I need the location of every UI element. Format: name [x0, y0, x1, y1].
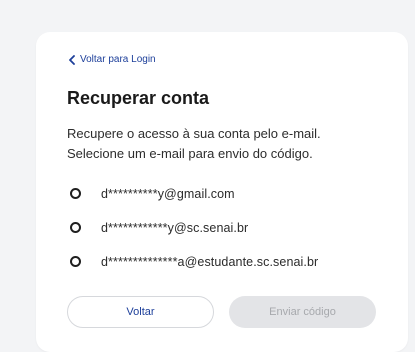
- description-line-1: Recupere o acesso à sua conta pelo e-mai…: [67, 126, 321, 141]
- back-to-login-label: Voltar para Login: [80, 54, 156, 65]
- page-description: Recupere o acesso à sua conta pelo e-mai…: [67, 124, 387, 164]
- send-code-button[interactable]: Enviar código: [229, 296, 376, 328]
- email-option-label: d**********y@gmail.com: [101, 186, 235, 201]
- email-option-sc-senai[interactable]: d************y@sc.senai.br: [70, 216, 390, 239]
- radio-unchecked-icon[interactable]: [70, 222, 81, 233]
- page-title: Recuperar conta: [67, 88, 210, 108]
- chevron-left-icon: [69, 54, 75, 65]
- description-line-2: Selecione um e-mail para envio do código…: [67, 146, 313, 161]
- recover-account-card: Voltar para Login Recuperar conta Recupe…: [36, 32, 408, 352]
- back-button[interactable]: Voltar: [67, 296, 214, 328]
- email-option-estudante[interactable]: d**************a@estudante.sc.senai.br: [70, 250, 390, 273]
- email-option-gmail[interactable]: d**********y@gmail.com: [70, 182, 390, 205]
- email-option-label: d************y@sc.senai.br: [101, 220, 249, 235]
- email-options-list: d**********y@gmail.com d************y@sc…: [70, 182, 390, 284]
- email-option-label: d**************a@estudante.sc.senai.br: [101, 254, 319, 269]
- radio-unchecked-icon[interactable]: [70, 256, 81, 267]
- radio-unchecked-icon[interactable]: [70, 188, 81, 199]
- back-to-login-link[interactable]: Voltar para Login: [68, 54, 156, 65]
